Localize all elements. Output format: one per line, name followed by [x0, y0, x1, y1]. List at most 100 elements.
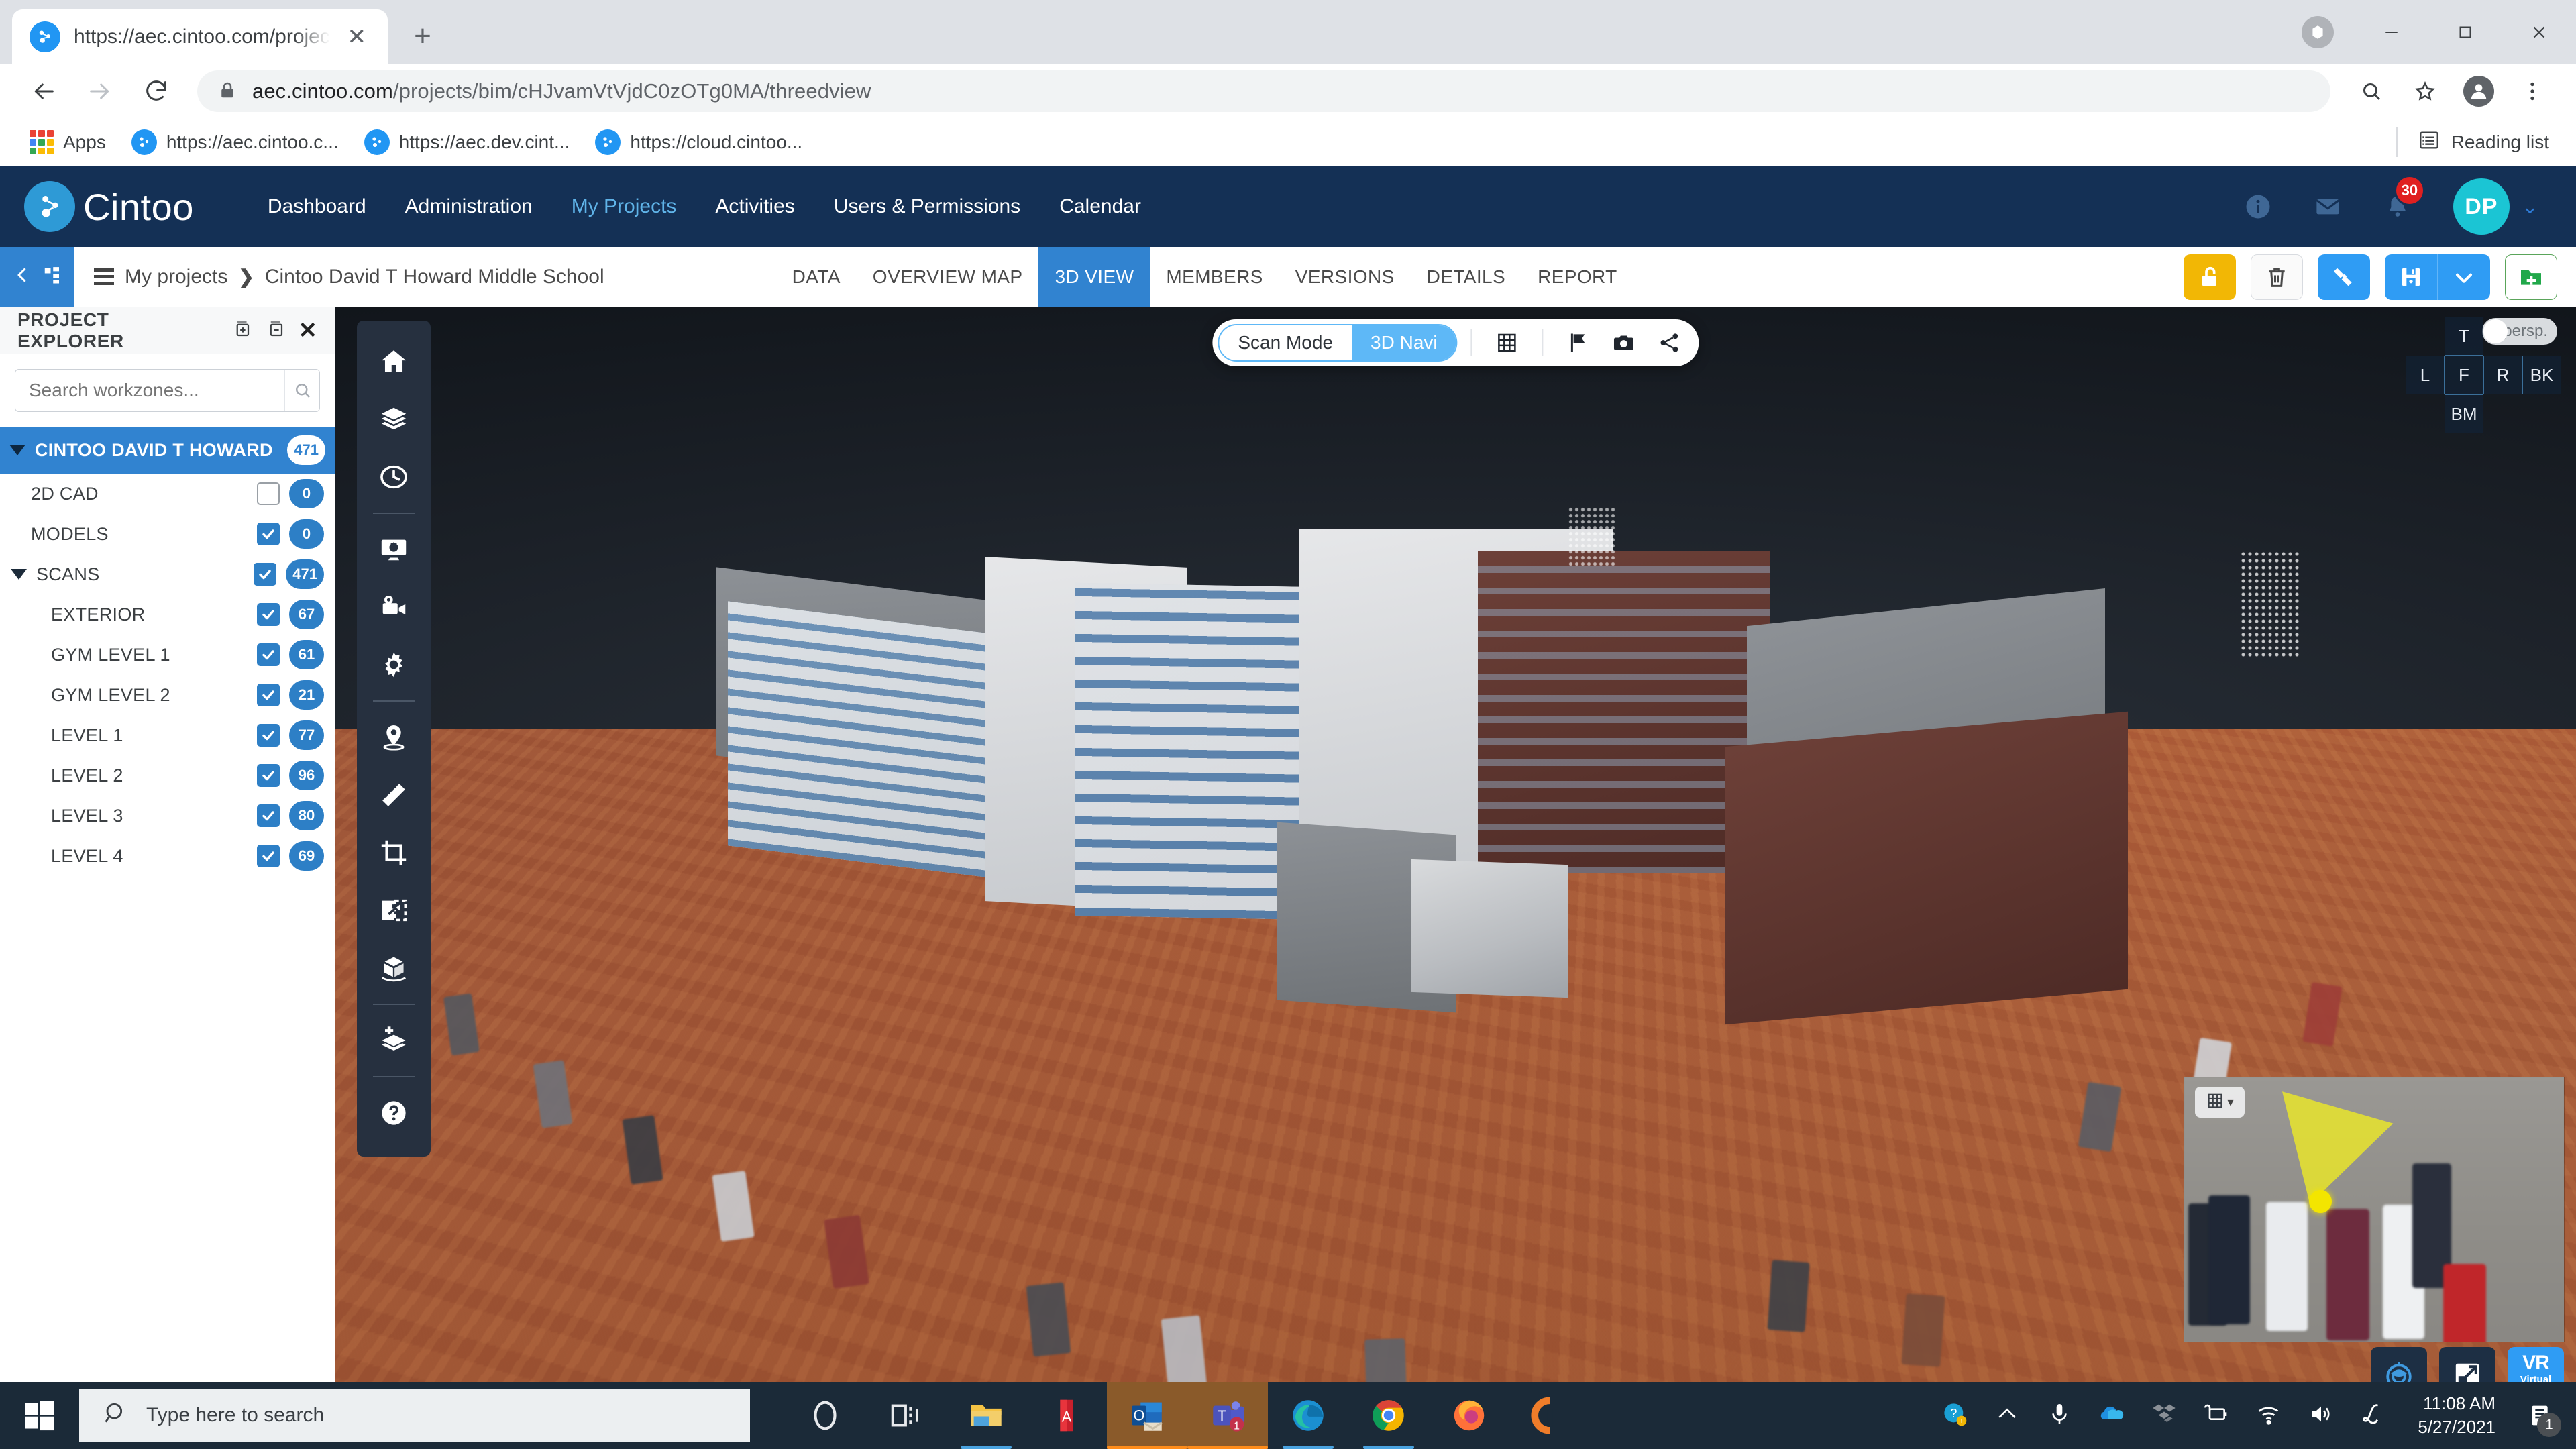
onenote-icon[interactable] [2360, 1401, 2387, 1431]
forward-button[interactable] [75, 66, 125, 116]
home-icon[interactable] [357, 333, 431, 390]
cortana-icon[interactable] [785, 1382, 865, 1449]
visibility-checkbox[interactable] [257, 845, 280, 867]
3d-navi-option[interactable]: 3D Navi [1352, 325, 1456, 360]
onedrive-icon[interactable] [2098, 1401, 2125, 1431]
task-view-icon[interactable] [865, 1382, 946, 1449]
tab-details[interactable]: DETAILS [1411, 247, 1521, 307]
visibility-checkbox[interactable] [254, 563, 276, 586]
bookmark-item[interactable]: https://aec.cintoo.c... [122, 124, 348, 160]
tree-item-level-1[interactable]: LEVEL 1 77 [0, 715, 335, 755]
disconnect-button[interactable] [2318, 254, 2370, 300]
visibility-checkbox[interactable] [257, 724, 280, 747]
bookmark-item[interactable]: https://aec.dev.cint... [355, 124, 580, 160]
nav-users-permissions[interactable]: Users & Permissions [834, 195, 1020, 218]
view-cube-left[interactable]: L [2406, 356, 2445, 394]
view-cube-bottom[interactable]: BM [2445, 394, 2483, 433]
layers-icon[interactable] [357, 390, 431, 448]
navigation-mode-toggle[interactable]: Scan Mode 3D Navi [1218, 324, 1457, 362]
help-support-icon[interactable]: ?! [1941, 1401, 1968, 1431]
gear-icon[interactable] [357, 636, 431, 694]
tree-item-models[interactable]: MODELS 0 [0, 514, 335, 554]
firefox-icon[interactable] [1429, 1382, 1509, 1449]
crop-icon[interactable] [357, 824, 431, 881]
dropbox-icon[interactable] [2151, 1401, 2178, 1431]
outlook-icon[interactable]: O [1107, 1382, 1187, 1449]
search-icon[interactable] [284, 370, 319, 411]
view-cube-back[interactable]: BK [2522, 356, 2561, 394]
search-icon[interactable] [2347, 66, 2396, 116]
clipping-icon[interactable] [357, 881, 431, 939]
browser-tab[interactable]: https://aec.cintoo.com/projects/b ✕ [12, 9, 388, 64]
reload-button[interactable] [131, 66, 181, 116]
reading-list-button[interactable]: Reading list [2396, 127, 2556, 157]
tab-data[interactable]: DATA [776, 247, 857, 307]
bookmark-apps[interactable]: Apps [20, 125, 115, 160]
flag-icon[interactable] [1557, 324, 1600, 362]
view-cube-right[interactable]: R [2483, 356, 2522, 394]
projection-toggle[interactable]: persp. [2482, 318, 2557, 345]
edge-icon[interactable] [1268, 1382, 1348, 1449]
project-tree-icon[interactable] [42, 265, 62, 288]
taskbar-search[interactable]: Type here to search [79, 1389, 750, 1442]
tab-3d-view[interactable]: 3D VIEW [1038, 247, 1150, 307]
share-icon[interactable] [1648, 324, 1691, 362]
show-hidden-icons-icon[interactable] [1994, 1401, 2021, 1431]
chrome-icon[interactable] [1348, 1382, 1429, 1449]
visibility-checkbox[interactable] [257, 643, 280, 666]
menu-icon[interactable] [94, 268, 114, 285]
chevron-down-icon[interactable] [9, 445, 25, 455]
tree-root-cintoo-david-t-howard[interactable]: CINTOO DAVID T HOWARD M... 471 [0, 427, 335, 474]
clock-icon[interactable] [357, 448, 431, 506]
info-icon[interactable] [2244, 193, 2272, 221]
tree-item-2d-cad[interactable]: 2D CAD 0 [0, 474, 335, 514]
breadcrumb-root[interactable]: My projects [125, 266, 227, 288]
wifi-icon[interactable] [2255, 1401, 2282, 1431]
minimize-button[interactable] [2355, 0, 2428, 64]
bell-icon[interactable]: 30 [2383, 193, 2412, 221]
extensions-button[interactable] [2281, 0, 2355, 64]
tab-members[interactable]: MEMBERS [1150, 247, 1279, 307]
tree-item-gym-level-2[interactable]: GYM LEVEL 2 21 [0, 675, 335, 715]
battery-icon[interactable] [2203, 1401, 2230, 1431]
add-project-button[interactable] [2505, 254, 2557, 300]
action-center-button[interactable]: 1 [2521, 1397, 2559, 1434]
nav-my-projects[interactable]: My Projects [572, 195, 677, 218]
unlock-button[interactable] [2184, 254, 2236, 300]
bookmark-item[interactable]: https://cloud.cintoo... [586, 124, 812, 160]
chrome-menu-button[interactable] [2508, 66, 2557, 116]
3d-viewport[interactable]: Scan Mode 3D Navi [335, 307, 2576, 1417]
minimap[interactable]: ▾ [2184, 1077, 2564, 1342]
visibility-checkbox[interactable] [257, 603, 280, 626]
collapse-panel-icon[interactable] [12, 265, 32, 288]
microphone-icon[interactable] [2046, 1401, 2073, 1431]
visibility-checkbox[interactable] [257, 684, 280, 706]
visibility-checkbox[interactable] [257, 482, 280, 505]
tree-item-level-4[interactable]: LEVEL 4 69 [0, 836, 335, 876]
start-button[interactable] [0, 1382, 79, 1449]
scan-mode-option[interactable]: Scan Mode [1219, 325, 1352, 360]
taskbar-clock[interactable]: 11:08 AM 5/27/2021 [2418, 1392, 2496, 1439]
profile-avatar[interactable] [2454, 66, 2504, 116]
nav-activities[interactable]: Activities [715, 195, 794, 218]
close-window-button[interactable] [2502, 0, 2576, 64]
new-tab-button[interactable]: + [398, 12, 447, 60]
view-cube-front[interactable]: F [2445, 356, 2483, 394]
minimap-grid-dropdown[interactable]: ▾ [2195, 1087, 2245, 1118]
teams-icon[interactable]: T1 [1187, 1382, 1268, 1449]
video-settings-icon[interactable] [357, 578, 431, 636]
visibility-checkbox[interactable] [257, 804, 280, 827]
tree-item-level-2[interactable]: LEVEL 2 96 [0, 755, 335, 796]
close-icon[interactable]: ✕ [343, 21, 371, 52]
maximize-button[interactable] [2428, 0, 2502, 64]
view-cube-top[interactable]: T [2445, 317, 2483, 356]
file-explorer-icon[interactable] [946, 1382, 1026, 1449]
visibility-checkbox[interactable] [257, 764, 280, 787]
display-settings-icon[interactable] [357, 521, 431, 578]
save-view-dropdown[interactable] [2438, 254, 2490, 300]
tree-item-level-3[interactable]: LEVEL 3 80 [0, 796, 335, 836]
nav-calendar[interactable]: Calendar [1059, 195, 1141, 218]
adobe-acrobat-icon[interactable]: A [1026, 1382, 1107, 1449]
collapse-all-icon[interactable] [265, 319, 285, 342]
visibility-checkbox[interactable] [257, 523, 280, 545]
